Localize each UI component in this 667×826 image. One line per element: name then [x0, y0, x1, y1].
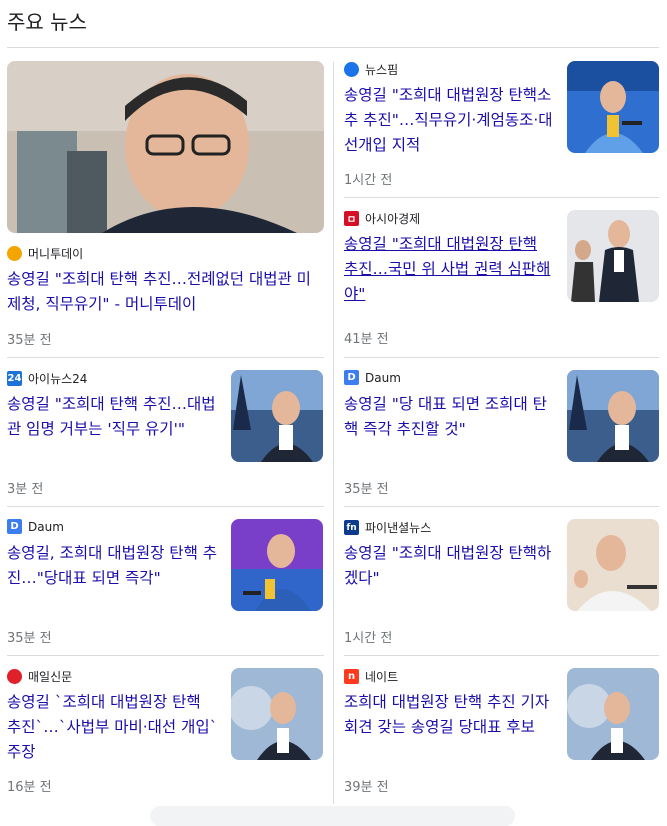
daum-logo-icon: D: [7, 519, 22, 534]
source-name: Daum: [365, 370, 401, 385]
news-title[interactable]: 송영길 "조희대 대법원장 탄핵하겠다": [344, 541, 556, 591]
news-thumbnail[interactable]: [7, 61, 324, 233]
news-title[interactable]: 송영길, 조희대 대법원장 탄핵 추진…"당대표 되면 즉각": [7, 541, 219, 591]
news-time: 35분 전: [7, 631, 52, 646]
section-header: 주요 뉴스: [7, 10, 87, 34]
news-card[interactable]: D Daum 송영길, 조희대 대법원장 탄핵 추진…"당대표 되면 즉각" 3…: [7, 517, 324, 655]
news-thumbnail[interactable]: [231, 519, 323, 611]
news-time: 1시간 전: [344, 173, 393, 188]
inews24-logo-icon: 24: [7, 371, 22, 386]
news-source: 머니투데이: [7, 245, 83, 262]
news-title[interactable]: 송영길 "조희대 탄핵 추진…대법관 임명 거부는 '직무 유기'": [7, 392, 219, 442]
news-time: 3분 전: [7, 482, 44, 497]
maeil-logo-icon: [7, 669, 22, 684]
news-title[interactable]: 송영길 "조희대 대법원장 탄핵 추진…국민 위 사법 권력 심판해야": [344, 232, 556, 307]
source-name: 아이뉴스24: [28, 372, 88, 386]
source-name: 네이트: [365, 670, 399, 684]
source-name: 파이낸셜뉴스: [365, 521, 432, 535]
header-divider: [7, 47, 659, 48]
row-divider: [7, 655, 324, 656]
news-card[interactable]: ㅁ 아시아경제 송영길 "조희대 대법원장 탄핵 추진…국민 위 사법 권력 심…: [344, 208, 659, 358]
news-time: 35분 전: [7, 333, 52, 348]
source-name: 아시아경제: [365, 212, 421, 226]
news-title[interactable]: 송영길 "조희대 탄핵 추진…전례없던 대법관 미제청, 직무유기" - 머니투…: [7, 267, 324, 317]
newspim-logo-icon: [344, 62, 359, 77]
row-divider: [344, 655, 659, 656]
news-time: 35분 전: [344, 482, 389, 497]
news-title[interactable]: 조희대 대법원장 탄핵 추진 기자회견 갖는 송영길 당대표 후보: [344, 690, 556, 740]
news-time: 41분 전: [344, 332, 389, 347]
asiae-logo-icon: ㅁ: [344, 211, 359, 226]
news-title[interactable]: 송영길 "조희대 대법원장 탄핵소추 추진"…직무유기·계엄동조·대선개입 지적: [344, 83, 556, 158]
row-divider: [7, 357, 324, 358]
news-card[interactable]: n 네이트 조희대 대법원장 탄핵 추진 기자회견 갖는 송영길 당대표 후보 …: [344, 666, 659, 804]
news-thumbnail[interactable]: [567, 519, 659, 611]
news-source: n 네이트: [344, 668, 398, 685]
fnnews-logo-icon: fn: [344, 520, 359, 535]
news-thumbnail[interactable]: [567, 668, 659, 760]
news-thumbnail[interactable]: [231, 668, 323, 760]
news-thumbnail[interactable]: [567, 61, 659, 153]
news-thumbnail[interactable]: [231, 370, 323, 462]
news-source: ㅁ 아시아경제: [344, 210, 420, 227]
news-source: 24 아이뉴스24: [7, 370, 87, 387]
news-time: 1시간 전: [344, 631, 393, 646]
source-name: 매일신문: [28, 670, 73, 684]
row-divider: [7, 506, 324, 507]
news-title[interactable]: 송영길 "당 대표 되면 조희대 탄핵 즉각 추진할 것": [344, 392, 556, 442]
row-divider: [344, 197, 659, 198]
news-card[interactable]: D Daum 송영길 "당 대표 되면 조희대 탄핵 즉각 추진할 것" 35분…: [344, 368, 659, 506]
news-source: 뉴스핌: [344, 61, 398, 78]
source-name: 뉴스핌: [365, 63, 399, 77]
news-source: 매일신문: [7, 668, 72, 685]
more-news-button[interactable]: [150, 806, 515, 826]
news-source: D Daum: [344, 370, 401, 385]
news-card[interactable]: 뉴스핌 송영길 "조희대 대법원장 탄핵소추 추진"…직무유기·계엄동조·대선개…: [344, 61, 659, 199]
news-title[interactable]: 송영길 `조희대 대법원장 탄핵 추진`…`사법부 마비·대선 개입` 주장: [7, 690, 219, 765]
news-card[interactable]: fn 파이낸셜뉴스 송영길 "조희대 대법원장 탄핵하겠다" 1시간 전: [344, 517, 659, 655]
news-card[interactable]: 24 아이뉴스24 송영길 "조희대 탄핵 추진…대법관 임명 거부는 '직무 …: [7, 368, 324, 506]
news-time: 16분 전: [7, 780, 52, 795]
news-time: 39분 전: [344, 780, 389, 795]
nate-logo-icon: n: [344, 669, 359, 684]
daum-logo-icon: D: [344, 370, 359, 385]
row-divider: [344, 506, 659, 507]
news-card-featured[interactable]: 머니투데이 송영길 "조희대 탄핵 추진…전례없던 대법관 미제청, 직무유기"…: [7, 61, 324, 357]
source-name: Daum: [28, 519, 64, 534]
row-divider: [344, 357, 659, 358]
column-divider: [333, 62, 334, 804]
news-card[interactable]: 매일신문 송영길 `조희대 대법원장 탄핵 추진`…`사법부 마비·대선 개입`…: [7, 666, 324, 804]
news-source: D Daum: [7, 519, 64, 534]
news-thumbnail[interactable]: [567, 370, 659, 462]
moneytoday-logo-icon: [7, 246, 22, 261]
source-name: 머니투데이: [28, 247, 84, 261]
news-thumbnail[interactable]: [567, 210, 659, 302]
news-source: fn 파이낸셜뉴스: [344, 519, 431, 536]
